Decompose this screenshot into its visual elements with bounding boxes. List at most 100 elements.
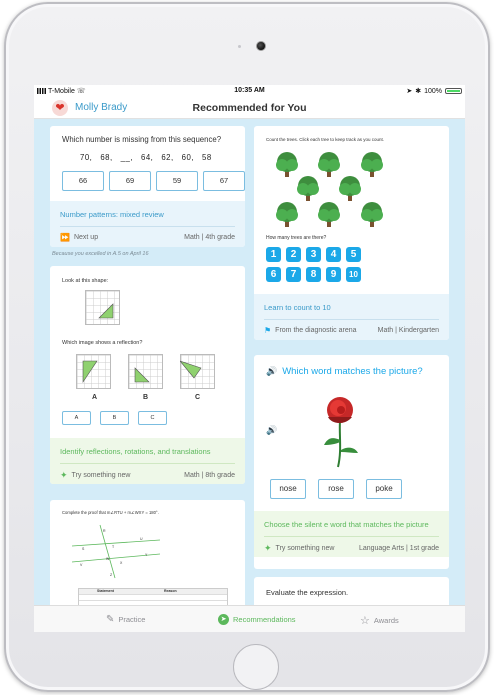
- skill-link[interactable]: Learn to count to 10: [254, 303, 341, 312]
- number-button[interactable]: 5: [346, 247, 361, 262]
- front-camera: [256, 41, 266, 51]
- original-triangle: [98, 303, 114, 319]
- word-choice-button[interactable]: nose: [270, 479, 306, 499]
- action-label: From the diagnostic arena: [275, 327, 357, 334]
- card-proof[interactable]: Complete the proof that m∠RTU + m∠WXY = …: [50, 500, 245, 610]
- card-reflections[interactable]: Look at this shape: Which image shows a …: [50, 266, 245, 484]
- svg-text:U: U: [140, 537, 143, 541]
- option-c-triangle: [180, 360, 202, 379]
- tree-icon[interactable]: [361, 152, 383, 177]
- choice-button[interactable]: 69: [109, 171, 151, 191]
- speaker-icon[interactable]: 🔊: [266, 425, 277, 436]
- instruction-text: Count the trees. Click each tree to keep…: [266, 137, 385, 142]
- option-a-triangle: [82, 360, 98, 383]
- subject-label: Math | Kindergarten: [377, 327, 439, 334]
- svg-text:T: T: [112, 545, 115, 549]
- choice-button[interactable]: 67: [203, 171, 245, 191]
- card-word-picture[interactable]: 🔊 Which word matches the picture? 🔊 nose…: [254, 355, 449, 569]
- prompt-text: Look at this shape:: [62, 278, 109, 284]
- action-label: Try something new: [71, 472, 131, 479]
- card-footer: Choose the silent e word that matches th…: [254, 511, 449, 557]
- tree-icon[interactable]: [339, 176, 361, 201]
- number-button[interactable]: 4: [326, 247, 341, 262]
- number-button[interactable]: 1: [266, 247, 281, 262]
- question-text: Which word matches the picture?: [282, 366, 423, 377]
- number-button[interactable]: 7: [286, 267, 301, 282]
- svg-text:Z: Z: [110, 573, 113, 577]
- star-icon: ☆: [360, 615, 370, 627]
- sensor-dot: [238, 45, 241, 48]
- flag-icon: ⚑: [264, 326, 272, 335]
- card-footer: Number patterns: mixed review ⏩ Next up M…: [50, 201, 245, 247]
- skill-link[interactable]: Number patterns: mixed review: [50, 210, 174, 219]
- status-bar: T-Mobile ☏ 10:35 AM ➤ ✱ 100%: [34, 85, 465, 97]
- page-title: Recommended for You: [192, 102, 307, 114]
- parallel-lines-diagram: R S T U V W X Y Z: [71, 524, 160, 579]
- option-label: A: [92, 394, 98, 401]
- location-icon: ➤: [406, 88, 413, 95]
- table-header: Reason: [164, 589, 177, 593]
- number-button[interactable]: 6: [266, 267, 281, 282]
- svg-text:V: V: [80, 563, 83, 567]
- card-footer: Learn to count to 10 ⚑ From the diagnosti…: [254, 294, 449, 340]
- skill-link[interactable]: Choose the silent e word that matches th…: [254, 520, 439, 529]
- rose-image: [324, 397, 358, 468]
- tab-bar: ✎ Practice ➤ Recommendations ☆ Awards: [34, 605, 465, 632]
- tab-awards[interactable]: ☆ Awards: [360, 614, 399, 627]
- card-footer: Identify reflections, rotations, and tra…: [50, 438, 245, 484]
- compass-icon: ➤: [218, 614, 229, 625]
- number-button[interactable]: 10: [346, 267, 361, 282]
- card-number-patterns[interactable]: Which number is missing from this sequen…: [50, 126, 245, 247]
- choice-button[interactable]: B: [100, 411, 129, 425]
- tab-label: Awards: [373, 616, 399, 625]
- prompt-text: Complete the proof that m∠RTU + m∠WXY = …: [62, 510, 159, 515]
- word-choice-button[interactable]: poke: [366, 479, 402, 499]
- subject-label: Math | 4th grade: [184, 234, 235, 241]
- pencil-icon: ✎: [106, 614, 115, 625]
- table-header: Statement: [97, 589, 114, 593]
- tab-label: Recommendations: [233, 615, 296, 624]
- action-label: Next up: [73, 234, 99, 241]
- option-b-triangle: [134, 367, 150, 383]
- number-button[interactable]: 3: [306, 247, 321, 262]
- svg-text:X: X: [120, 561, 123, 565]
- tree-icon[interactable]: [297, 176, 319, 201]
- skill-link[interactable]: Identify reflections, rotations, and tra…: [50, 447, 221, 456]
- number-button[interactable]: 2: [286, 247, 301, 262]
- next-up-icon: ⏩: [60, 233, 70, 242]
- tree-icon[interactable]: [276, 152, 298, 177]
- subject-label: Language Arts | 1st grade: [358, 545, 439, 552]
- question-text: Which image shows a reflection?: [62, 340, 143, 346]
- question-text: How many trees are there?: [266, 235, 327, 241]
- subject-label: Math | 8th grade: [184, 472, 235, 479]
- tab-recommendations[interactable]: ➤ Recommendations: [218, 614, 296, 625]
- card-count-trees[interactable]: Count the trees. Click each tree to keep…: [254, 126, 449, 340]
- app-screen: T-Mobile ☏ 10:35 AM ➤ ✱ 100% ❤ Molly Bra…: [34, 85, 465, 632]
- tree-icon[interactable]: [361, 202, 383, 227]
- choice-button[interactable]: 66: [62, 171, 104, 191]
- choice-button[interactable]: C: [138, 411, 167, 425]
- word-choice-button[interactable]: rose: [318, 479, 354, 499]
- option-label: C: [195, 394, 201, 401]
- tree-icon[interactable]: [318, 152, 340, 177]
- bluetooth-icon: ✱: [415, 88, 422, 95]
- choice-button[interactable]: A: [62, 411, 91, 425]
- speaker-icon[interactable]: 🔊: [266, 366, 277, 377]
- clock: 10:35 AM: [234, 87, 265, 94]
- tab-practice[interactable]: ✎ Practice: [106, 614, 145, 625]
- tree-icon[interactable]: [318, 202, 340, 227]
- action-label: Try something new: [275, 545, 335, 552]
- option-label: B: [143, 394, 149, 401]
- number-button[interactable]: 9: [326, 267, 341, 282]
- tree-icon[interactable]: [276, 202, 298, 227]
- tree-group: [276, 152, 383, 227]
- recommendation-reason: Because you excelled in A.5 on April 16: [52, 251, 149, 257]
- home-button[interactable]: [233, 644, 279, 690]
- svg-text:R: R: [103, 529, 106, 533]
- question-text: Which number is missing from this sequen…: [62, 135, 222, 144]
- tab-label: Practice: [118, 615, 146, 624]
- choice-button[interactable]: 59: [156, 171, 198, 191]
- sparkle-icon: ✦: [264, 543, 272, 553]
- svg-text:S: S: [82, 547, 85, 551]
- number-button[interactable]: 8: [306, 267, 321, 282]
